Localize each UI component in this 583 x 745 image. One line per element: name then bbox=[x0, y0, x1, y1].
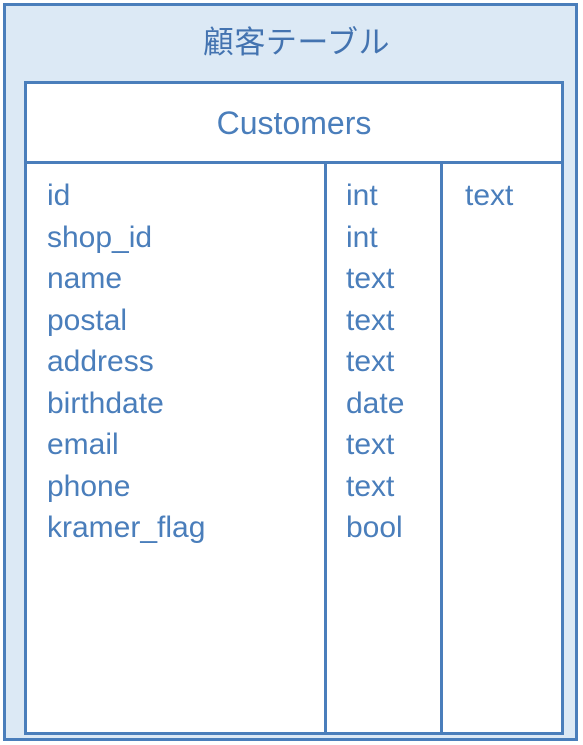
diagram-canvas: 顧客テーブル Customers id shop_idname postal addr… bbox=[0, 0, 583, 745]
column-type: bool bbox=[346, 511, 403, 544]
column-names-cell: id shop_idname postal address birthdate email… bbox=[27, 164, 324, 732]
column-type: int bbox=[346, 220, 378, 254]
column-type: text bbox=[346, 303, 395, 337]
column-type: text bbox=[346, 469, 395, 503]
diagram-title: 顧客テーブル bbox=[202, 25, 391, 60]
entity-name: Customers bbox=[216, 104, 372, 141]
column-extra bbox=[465, 466, 561, 508]
column-name: address bbox=[47, 345, 154, 378]
column-extra-cell: text bbox=[443, 164, 561, 732]
entity-table[interactable]: Customers id shop_idname postal address birt… bbox=[24, 81, 564, 735]
column-type: text bbox=[346, 345, 395, 378]
column-type: date bbox=[346, 386, 405, 420]
column-type: text bbox=[346, 428, 395, 461]
column-name: phone bbox=[47, 469, 131, 503]
column-extra bbox=[465, 383, 561, 425]
column-type: int bbox=[346, 179, 378, 212]
column-type: text bbox=[346, 262, 395, 295]
diagram-outer-frame: 顧客テーブル Customers id shop_idname postal addr… bbox=[3, 3, 578, 741]
entity-body: id shop_idname postal address birthdate email… bbox=[27, 164, 561, 732]
column-extra bbox=[465, 258, 561, 300]
column-extra-list: text bbox=[465, 164, 561, 549]
column-types-cell: int int text text text date text text bool bbox=[327, 164, 440, 732]
entity-header: Customers bbox=[27, 84, 561, 164]
column-extra bbox=[465, 341, 561, 383]
column-type-list: int int text text text date text text bool bbox=[346, 164, 440, 549]
column-extra bbox=[465, 300, 561, 342]
column-extra bbox=[465, 217, 561, 259]
column-name: shop_id bbox=[47, 220, 153, 254]
column-name: kramer_flag bbox=[47, 511, 206, 544]
column-extra bbox=[465, 424, 561, 466]
column-extra: text bbox=[465, 179, 514, 212]
column-name: birthdate bbox=[47, 386, 164, 420]
column-name: email bbox=[47, 428, 119, 461]
column-extra bbox=[465, 507, 561, 549]
column-name: id bbox=[47, 179, 71, 212]
column-name-list: id shop_idname postal address birthdate email… bbox=[47, 164, 324, 549]
column-name: postal bbox=[47, 303, 128, 337]
column-name: name bbox=[47, 262, 123, 295]
